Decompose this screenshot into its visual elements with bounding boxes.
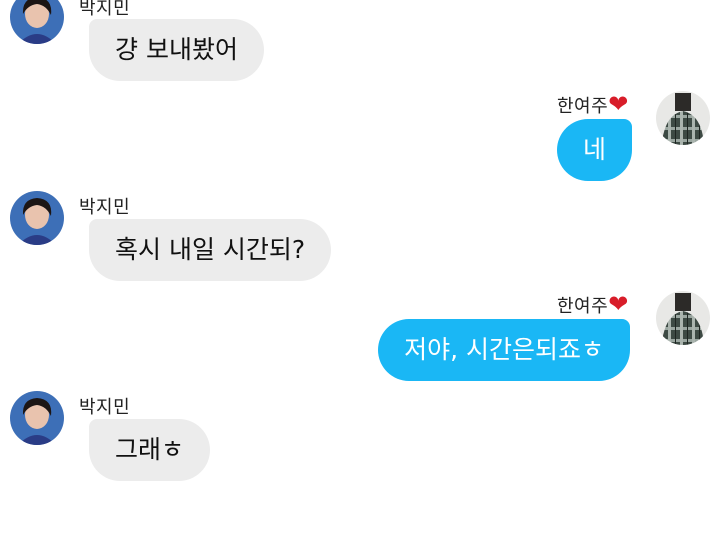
message-bubble-sent[interactable]: 네 [557, 119, 633, 181]
avatar-me[interactable] [656, 91, 710, 145]
message-bubble-received[interactable]: 걍 보내봤어 [89, 19, 264, 81]
avatar-jimin[interactable] [10, 191, 64, 245]
sender-name-me: 한여주❤ [557, 90, 629, 118]
avatar-jimin[interactable] [10, 0, 64, 44]
message-bubble-received[interactable]: 그래ㅎ [89, 419, 211, 481]
sender-name-text: 한여주 [557, 296, 609, 317]
message-bubble-sent[interactable]: 저야, 시간은되죠ㅎ [378, 319, 630, 381]
sender-name-me: 한여주❤ [557, 290, 629, 318]
heart-icon: ❤ [608, 290, 629, 318]
avatar-me[interactable] [656, 291, 710, 345]
avatar-jimin[interactable] [10, 391, 64, 445]
message-bubble-received[interactable]: 혹시 내일 시간되? [89, 219, 332, 281]
sender-name-jimin: 박지민 [79, 397, 131, 418]
sender-name-text: 한여주 [557, 96, 609, 117]
sender-name-jimin: 박지민 [79, 0, 131, 19]
heart-icon: ❤ [608, 90, 629, 118]
sender-name-jimin: 박지민 [79, 197, 131, 218]
